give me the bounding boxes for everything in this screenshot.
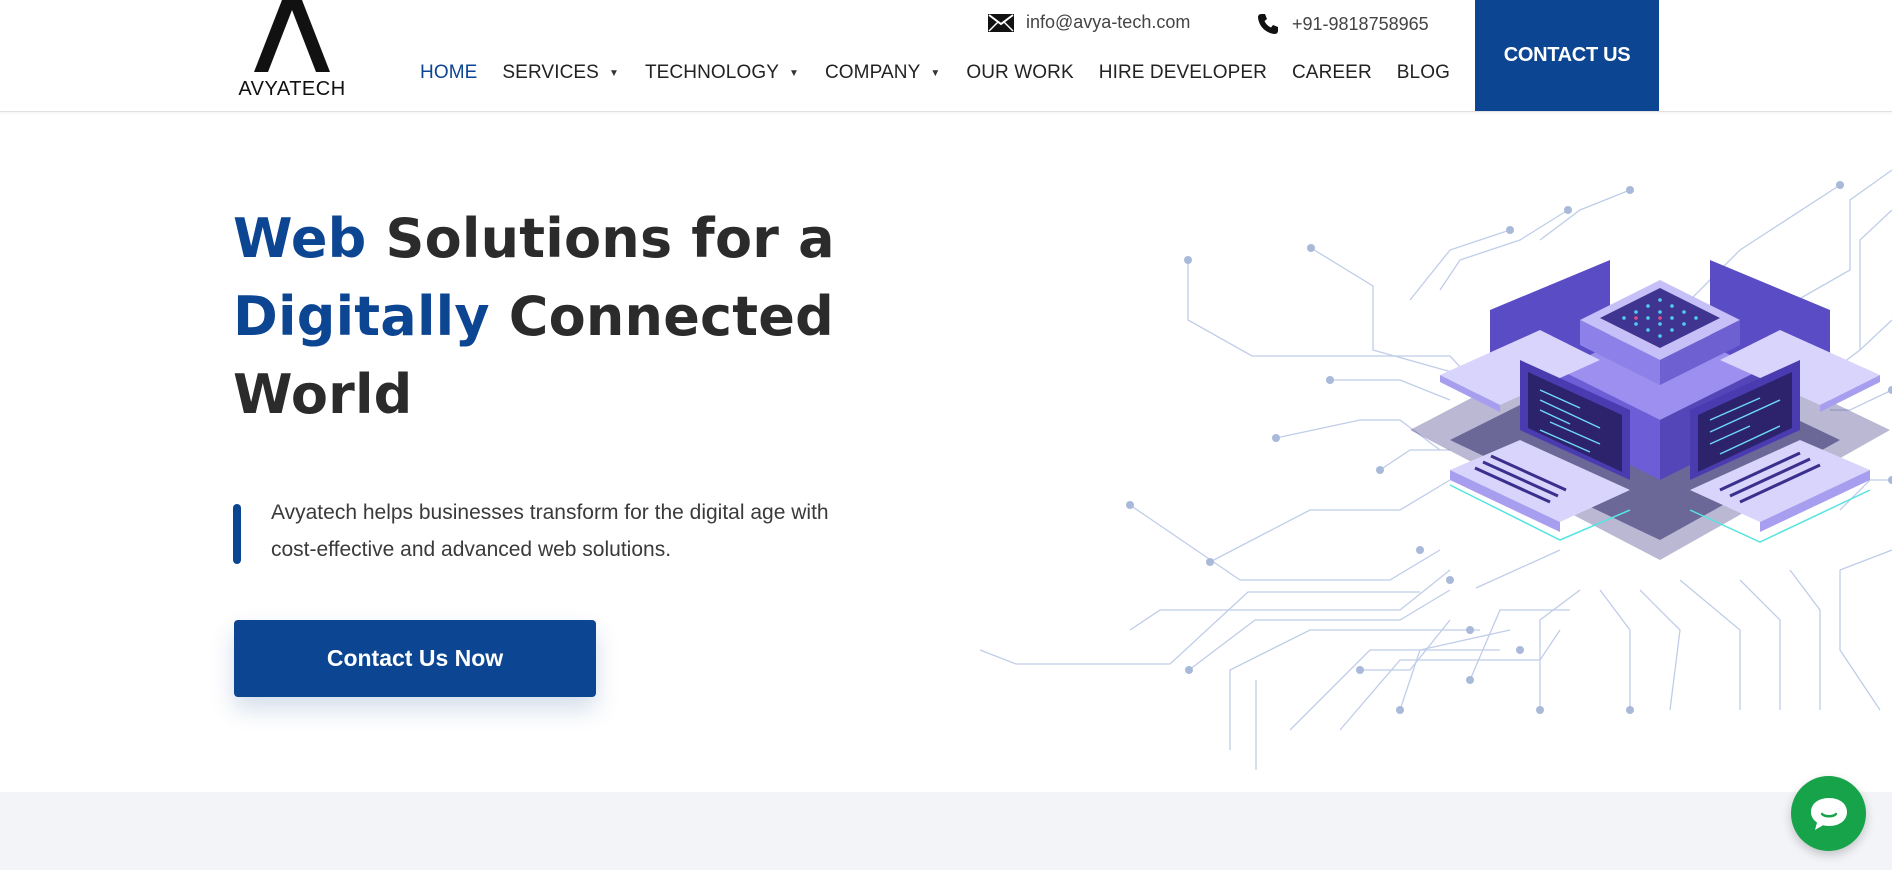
logo-mark-icon bbox=[254, 0, 330, 72]
nav-home[interactable]: HOME bbox=[420, 62, 477, 84]
phone-icon bbox=[1258, 14, 1278, 34]
contact-us-now-button[interactable]: Contact Us Now bbox=[234, 620, 596, 697]
mail-icon bbox=[988, 13, 1014, 32]
nav-home-label: HOME bbox=[420, 62, 478, 83]
dropdown-caret-icon: ▼ bbox=[608, 67, 619, 79]
hero-description-line-2: cost-effective and advanced web solution… bbox=[271, 538, 672, 561]
chat-bubble-icon bbox=[1810, 797, 1847, 830]
hero-title-accent-1: Web bbox=[233, 207, 367, 270]
hero-title-rest-2: Connected bbox=[489, 285, 834, 348]
nav-services-label: SERVICES bbox=[502, 62, 599, 83]
hero-title-line-3: World bbox=[233, 363, 413, 426]
chat-button[interactable] bbox=[1791, 776, 1866, 851]
hero-title: Web Solutions for a Digitally Connected … bbox=[233, 200, 835, 434]
nav-blog[interactable]: BLOG bbox=[1397, 62, 1450, 84]
site-header: AVYATECH info@avya-tech.com +91-98187589… bbox=[0, 0, 1892, 112]
header-email[interactable]: info@avya-tech.com bbox=[988, 12, 1190, 33]
nav-our-work-label: OUR WORK bbox=[966, 62, 1074, 83]
nav-technology-label: TECHNOLOGY bbox=[644, 62, 779, 83]
nav-our-work[interactable]: OUR WORK bbox=[966, 62, 1073, 84]
nav-hire-developer-label: HIRE DEVELOPER bbox=[1098, 62, 1267, 83]
nav-blog-label: BLOG bbox=[1396, 62, 1450, 83]
avyatech-logo[interactable]: AVYATECH bbox=[238, 0, 346, 100]
hero-description-line-1: Avyatech helps businesses transform for … bbox=[271, 501, 829, 524]
nav-technology[interactable]: TECHNOLOGY ▼ bbox=[645, 62, 799, 84]
contact-us-button[interactable]: CONTACT US bbox=[1475, 0, 1659, 111]
nav-services[interactable]: SERVICES ▼ bbox=[502, 62, 619, 84]
nav-company-label: COMPANY bbox=[824, 62, 921, 83]
email-text: info@avya-tech.com bbox=[1026, 12, 1191, 32]
dropdown-caret-icon: ▼ bbox=[930, 67, 941, 79]
accent-bar bbox=[233, 504, 241, 564]
tech-illustration bbox=[980, 169, 1892, 770]
nav-company[interactable]: COMPANY ▼ bbox=[825, 62, 940, 84]
next-section-band bbox=[0, 792, 1892, 870]
main-nav: HOME SERVICES ▼ TECHNOLOGY ▼ COMPANY ▼ O… bbox=[420, 62, 1450, 84]
dropdown-caret-icon: ▼ bbox=[788, 67, 799, 79]
hero-description: Avyatech helps businesses transform for … bbox=[233, 494, 933, 568]
hero-title-accent-2: Digitally bbox=[233, 285, 490, 348]
header-phone[interactable]: +91-9818758965 bbox=[1256, 12, 1429, 36]
hero-title-rest-1: Solutions for a bbox=[366, 207, 835, 270]
nav-career-label: CAREER bbox=[1291, 62, 1372, 83]
nav-career[interactable]: CAREER bbox=[1292, 62, 1372, 84]
logo-text: AVYATECH bbox=[238, 78, 346, 100]
phone-text: +91-9818758965 bbox=[1292, 13, 1429, 34]
nav-hire-developer[interactable]: HIRE DEVELOPER bbox=[1099, 62, 1267, 84]
